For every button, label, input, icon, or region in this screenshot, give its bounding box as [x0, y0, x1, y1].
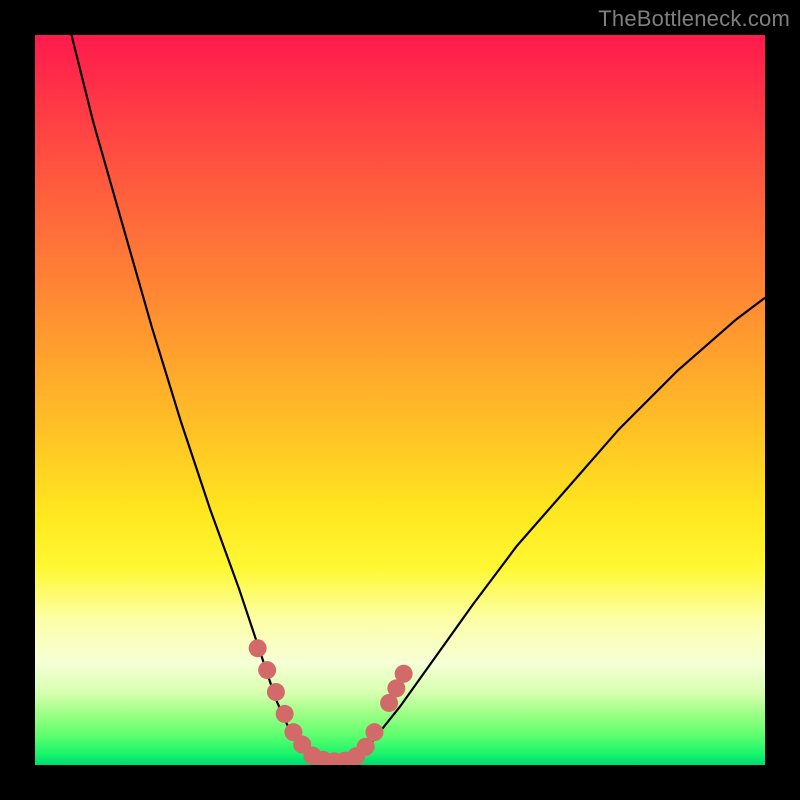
bottleneck-curve	[72, 35, 766, 761]
curve-marker	[336, 752, 354, 765]
curve-marker	[303, 747, 321, 765]
curve-marker	[293, 736, 311, 754]
curve-marker	[347, 747, 365, 765]
curve-marker	[258, 661, 276, 679]
curve-marker	[365, 723, 383, 741]
curve-marker	[249, 639, 267, 657]
curve-marker	[395, 665, 413, 683]
chart-frame: TheBottleneck.com	[0, 0, 800, 800]
curve-marker	[314, 751, 332, 765]
curve-marker	[284, 723, 302, 741]
plot-area	[35, 35, 765, 765]
curve-marker	[267, 683, 285, 701]
curve-marker	[380, 694, 398, 712]
chart-svg	[35, 35, 765, 765]
curve-marker	[357, 738, 375, 756]
curve-marker	[325, 752, 343, 765]
curve-marker	[276, 705, 294, 723]
curve-markers	[249, 639, 413, 765]
watermark-text: TheBottleneck.com	[598, 6, 790, 32]
curve-marker	[387, 679, 405, 697]
